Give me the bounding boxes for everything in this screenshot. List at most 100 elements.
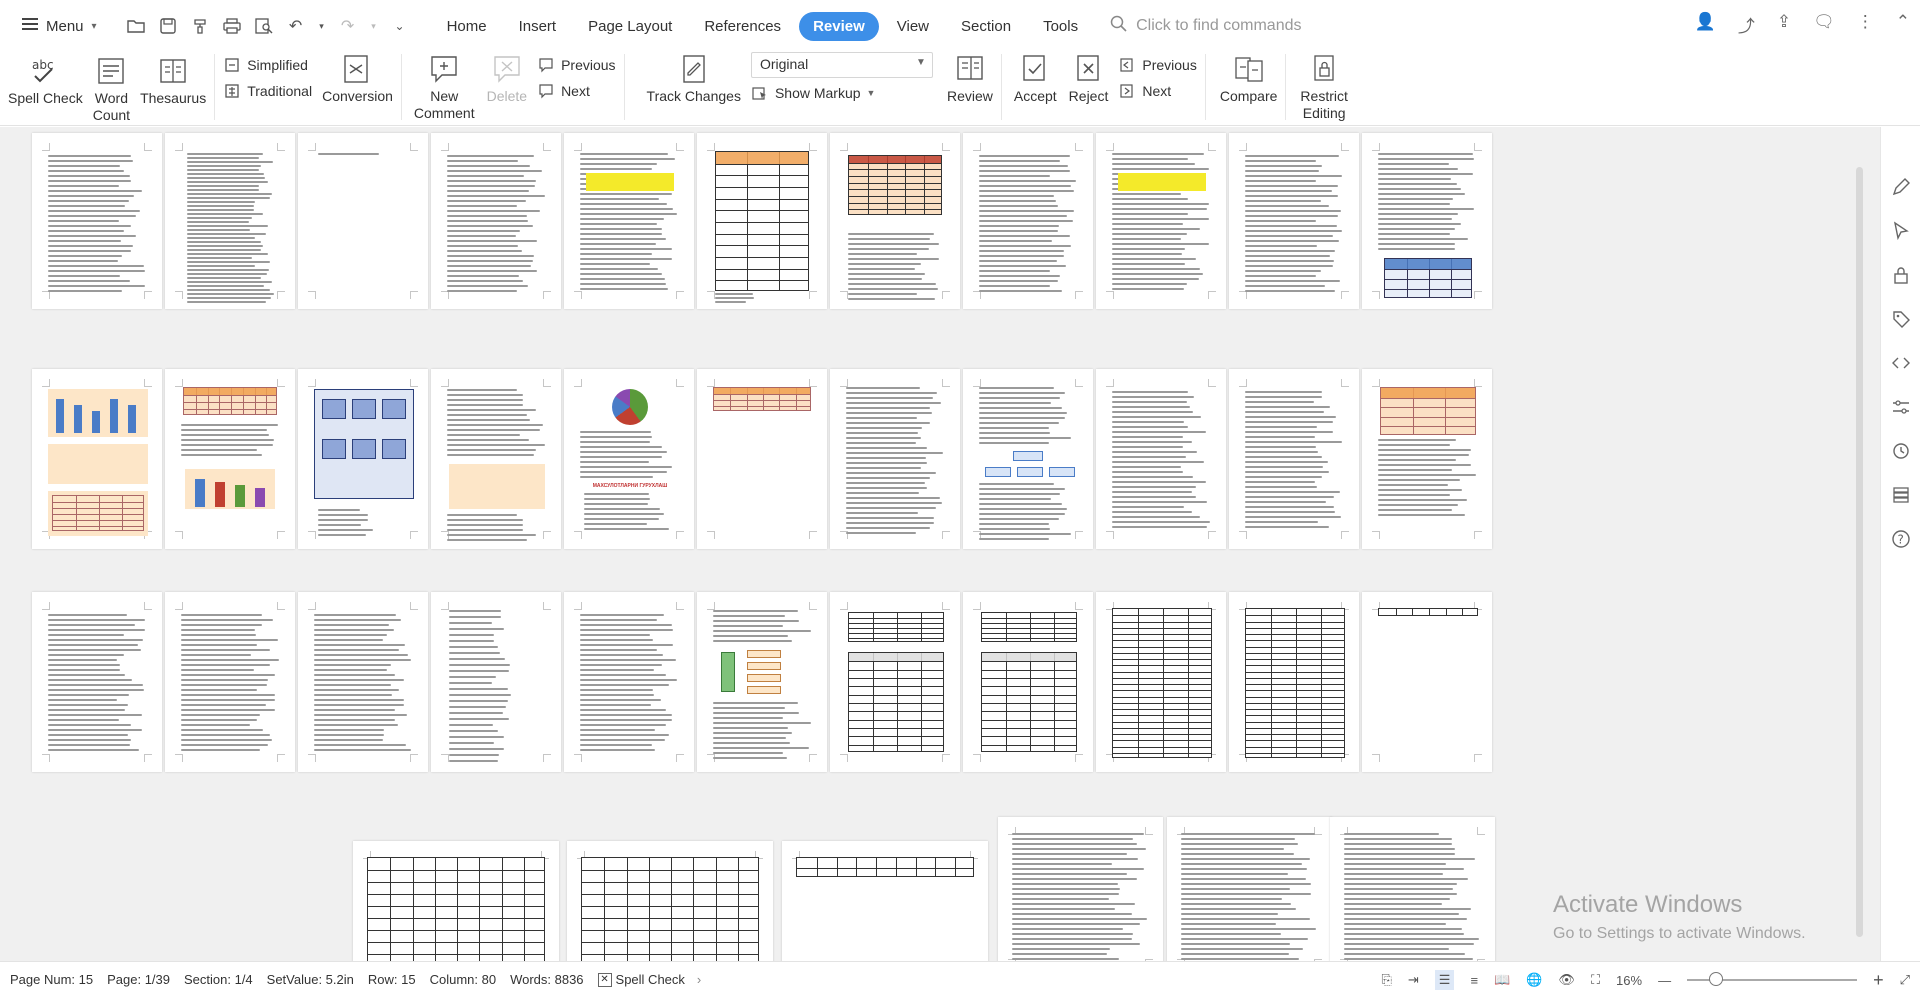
thesaurus-button[interactable]: Thesaurus xyxy=(140,54,206,107)
layers-icon[interactable] xyxy=(1881,473,1920,517)
tab-section[interactable]: Section xyxy=(947,12,1025,41)
zoom-slider-knob[interactable] xyxy=(1709,972,1724,986)
setvalue-status[interactable]: SetValue: 5.2in xyxy=(267,972,354,987)
tag-icon[interactable] xyxy=(1881,297,1920,341)
print-icon[interactable] xyxy=(221,15,243,37)
markup-mode-select[interactable]: Original ▼ xyxy=(750,52,933,78)
focus-mode-icon[interactable]: ⎘ xyxy=(1381,972,1391,988)
eye-protection-icon[interactable]: 👁 xyxy=(1558,972,1575,988)
comments-icon[interactable]: 🗨 xyxy=(1813,12,1835,37)
zoom-in-icon[interactable]: + xyxy=(1873,970,1884,991)
page-thumbnail[interactable] xyxy=(298,369,428,549)
format-painter-icon[interactable] xyxy=(189,15,211,37)
code-icon[interactable] xyxy=(1881,341,1920,385)
page-thumbnail[interactable] xyxy=(1229,133,1359,309)
page-view-icon[interactable]: ☰ xyxy=(1434,970,1455,990)
lock-icon[interactable] xyxy=(1881,253,1920,297)
select-cursor-icon[interactable] xyxy=(1881,209,1920,253)
compare-button[interactable]: Compare xyxy=(1220,52,1277,105)
delete-comment-button[interactable]: Delete xyxy=(487,52,527,105)
page-thumbnail[interactable] xyxy=(697,369,827,549)
page-thumbnail[interactable] xyxy=(298,133,428,309)
page-thumbnail[interactable] xyxy=(564,592,694,772)
conversion-button[interactable]: Conversion xyxy=(322,52,393,105)
page-thumbnail[interactable] xyxy=(830,133,960,309)
page-thumbnail[interactable] xyxy=(1096,369,1226,549)
page-thumbnail[interactable] xyxy=(782,841,988,961)
show-markup-button[interactable]: Show Markup ▼ xyxy=(751,84,933,102)
chevron-down-icon[interactable]: ▾ xyxy=(317,15,327,37)
page-thumbnail[interactable]: МАХСУЛОТЛАРНИ ГУРУХЛАШ xyxy=(564,369,694,549)
zoom-level[interactable]: 16% xyxy=(1616,973,1642,988)
tab-tools[interactable]: Tools xyxy=(1029,12,1092,41)
pen-icon[interactable] xyxy=(1881,165,1920,209)
page-thumbnail[interactable] xyxy=(165,133,295,309)
page-thumbnail[interactable] xyxy=(963,369,1093,549)
page-thumbnail[interactable] xyxy=(32,133,162,309)
word-count-button[interactable]: Word Count xyxy=(93,54,130,124)
vertical-scrollbar[interactable] xyxy=(1851,127,1867,961)
open-folder-icon[interactable] xyxy=(125,15,147,37)
track-changes-button[interactable]: Track Changes xyxy=(647,52,741,105)
page-thumbnail[interactable] xyxy=(830,592,960,772)
read-mode-icon[interactable]: 📖 xyxy=(1494,972,1510,988)
scrollbar-thumb[interactable] xyxy=(1856,167,1863,937)
customize-toolbar-icon[interactable]: ⌄ xyxy=(389,15,411,37)
page-thumbnail[interactable] xyxy=(165,369,295,549)
tab-page-layout[interactable]: Page Layout xyxy=(574,12,686,41)
fullscreen-icon[interactable]: ⤢ xyxy=(1900,972,1910,988)
chevron-down-icon[interactable]: ▾ xyxy=(369,15,379,37)
previous-comment-button[interactable]: Previous xyxy=(537,56,616,74)
tab-view[interactable]: View xyxy=(883,12,943,41)
page-num-status[interactable]: Page Num: 15 xyxy=(10,972,93,987)
page-thumbnail[interactable] xyxy=(1167,817,1332,961)
sliders-icon[interactable] xyxy=(1881,385,1920,429)
page-thumbnail[interactable] xyxy=(567,841,773,961)
page-thumbnail[interactable] xyxy=(1362,369,1492,549)
section-status[interactable]: Section: 1/4 xyxy=(184,972,253,987)
print-preview-icon[interactable] xyxy=(253,15,275,37)
page-thumbnail[interactable] xyxy=(1362,133,1492,309)
page-thumbnail[interactable] xyxy=(830,369,960,549)
page-thumbnail[interactable] xyxy=(963,592,1093,772)
spell-check-status[interactable]: ✕ Spell Check › xyxy=(597,972,701,987)
collapse-ribbon-icon[interactable]: ⌃ xyxy=(1896,12,1910,37)
page-thumbnail[interactable] xyxy=(431,369,561,549)
zoom-out-icon[interactable]: — xyxy=(1658,973,1671,988)
export-icon[interactable]: ⇪ xyxy=(1777,12,1791,37)
page-thumbnail[interactable] xyxy=(298,592,428,772)
web-layout-icon[interactable]: ≡ xyxy=(1470,973,1478,988)
history-icon[interactable] xyxy=(1881,429,1920,473)
outline-icon[interactable]: ⇥ xyxy=(1408,972,1419,988)
command-search[interactable]: Click to find commands xyxy=(1110,15,1301,38)
user-icon[interactable]: 👤 xyxy=(1695,12,1716,37)
accept-button[interactable]: Accept xyxy=(1014,52,1057,105)
main-menu-button[interactable]: Menu ▾ xyxy=(16,9,103,43)
zoom-slider[interactable] xyxy=(1687,972,1858,986)
traditional-button[interactable]: Traditional xyxy=(223,82,312,100)
fit-page-icon[interactable]: ⛶ xyxy=(1591,972,1600,988)
page-thumbnail[interactable] xyxy=(1330,817,1495,961)
undo-icon[interactable]: ↶ xyxy=(285,15,307,37)
page-thumbnail[interactable] xyxy=(431,592,561,772)
restrict-editing-button[interactable]: Restrict Editing xyxy=(1300,52,1348,122)
next-comment-button[interactable]: Next xyxy=(537,82,615,100)
page-thumbnail[interactable] xyxy=(32,369,162,549)
page-thumbnail[interactable] xyxy=(165,592,295,772)
previous-change-button[interactable]: Previous xyxy=(1118,56,1197,74)
save-icon[interactable] xyxy=(157,15,179,37)
share-icon[interactable]: ⤴ xyxy=(1738,12,1755,37)
help-icon[interactable]: ? xyxy=(1881,517,1920,561)
tab-insert[interactable]: Insert xyxy=(505,12,571,41)
redo-icon[interactable]: ↷ xyxy=(337,15,359,37)
page-thumbnail[interactable] xyxy=(697,133,827,309)
page-thumbnail[interactable] xyxy=(1362,592,1492,772)
page-thumbnail[interactable] xyxy=(697,592,827,772)
page-thumbnail[interactable] xyxy=(1096,133,1226,309)
page-thumbnail[interactable] xyxy=(998,817,1163,961)
page-thumbnail[interactable] xyxy=(963,133,1093,309)
globe-icon[interactable]: 🌐 xyxy=(1526,972,1542,988)
document-multi-page-view[interactable]: МАХСУЛОТЛАРНИ ГУРУХЛАШ xyxy=(0,127,1880,961)
review-pane-button[interactable]: Review xyxy=(947,52,993,105)
page-thumbnail[interactable] xyxy=(353,841,559,961)
